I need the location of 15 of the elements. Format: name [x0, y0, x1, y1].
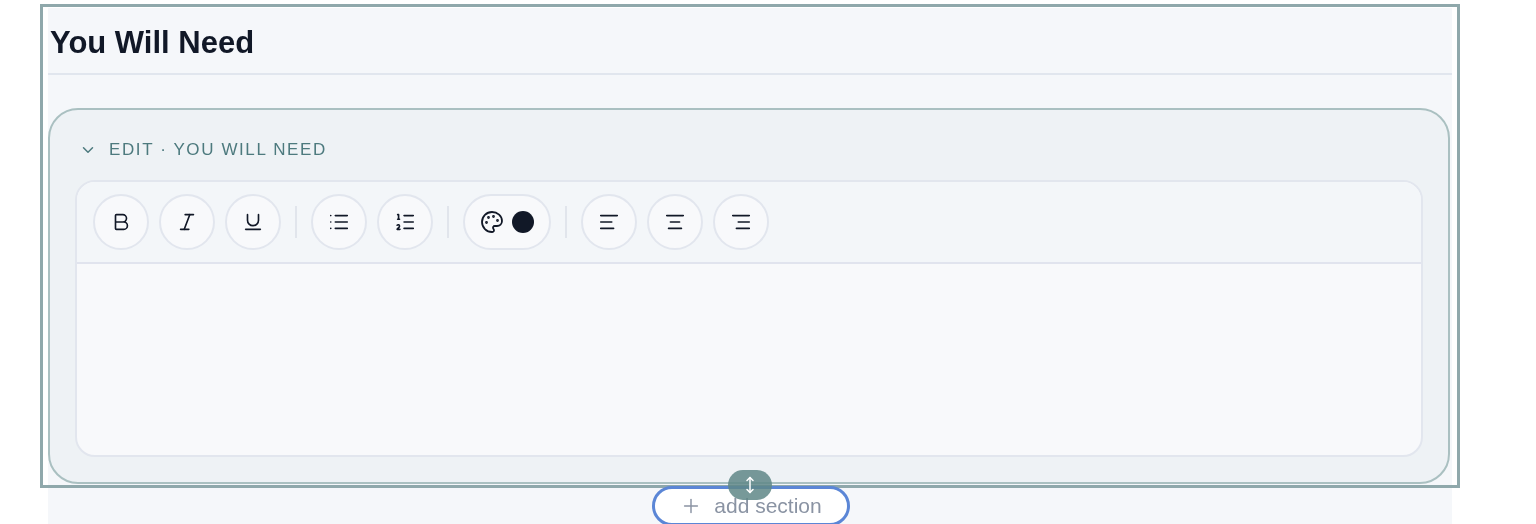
bold-button[interactable]: [93, 194, 149, 250]
numbered-list-icon: [394, 211, 416, 233]
bullet-list-button[interactable]: [311, 194, 367, 250]
italic-button[interactable]: [159, 194, 215, 250]
align-left-button[interactable]: [581, 194, 637, 250]
panel-header: EDIT · YOU WILL NEED: [109, 140, 327, 160]
underline-icon: [242, 211, 264, 233]
underline-button[interactable]: [225, 194, 281, 250]
add-section-button[interactable]: add section: [652, 486, 850, 524]
align-center-button[interactable]: [647, 194, 703, 250]
text-color-button[interactable]: [463, 194, 551, 250]
palette-icon: [480, 210, 504, 234]
align-right-button[interactable]: [713, 194, 769, 250]
section-title: You Will Need: [48, 13, 1452, 75]
numbered-list-button[interactable]: [377, 194, 433, 250]
